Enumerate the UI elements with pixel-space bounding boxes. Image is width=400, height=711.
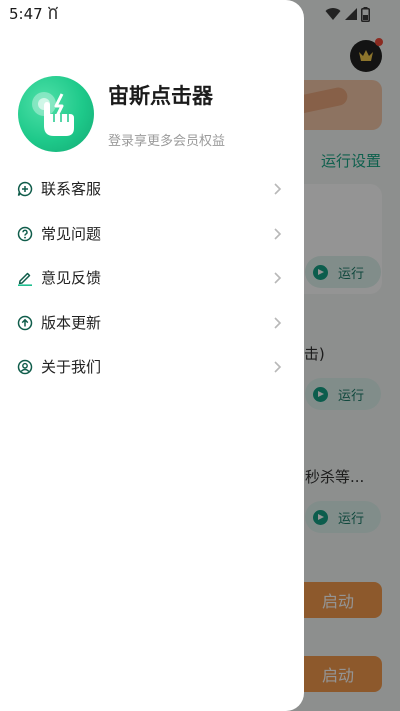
chevron-right-icon <box>274 317 282 329</box>
menu-item-version-update[interactable]: 版本更新 <box>0 301 304 346</box>
chevron-right-icon <box>274 183 282 195</box>
edit-icon <box>18 272 32 287</box>
chevron-right-icon <box>274 272 282 284</box>
wifi-icon <box>325 8 341 20</box>
menu-item-label: 意见反馈 <box>41 269 102 288</box>
menu-item-faq[interactable]: 常见问题 <box>0 212 304 257</box>
chevron-right-icon <box>274 361 282 373</box>
menu-item-contact-support[interactable]: 联系客服 <box>0 167 304 212</box>
navigation-drawer: 宙斯点击器 登录享更多会员权益 联系客服 常见问题 意见反馈 版本更新 关于我们 <box>0 0 304 711</box>
app-name: 宙斯点击器 <box>108 84 213 108</box>
menu-item-label: 版本更新 <box>41 313 102 332</box>
chevron-right-icon <box>274 228 282 240</box>
menu-item-feedback[interactable]: 意见反馈 <box>0 256 304 301</box>
menu-item-label: 关于我们 <box>41 358 102 377</box>
android-debug-icon <box>47 6 59 19</box>
question-icon <box>17 226 33 241</box>
status-icons <box>325 7 370 22</box>
status-bar: 5:47 <box>0 0 400 28</box>
upgrade-icon <box>17 315 33 331</box>
drawer-menu: 联系客服 常见问题 意见反馈 版本更新 关于我们 <box>0 167 304 390</box>
status-time: 5:47 <box>9 5 43 23</box>
menu-item-label: 联系客服 <box>41 180 102 198</box>
menu-item-about-us[interactable]: 关于我们 <box>0 345 304 390</box>
battery-icon <box>361 7 370 22</box>
chat-plus-icon <box>17 181 33 197</box>
menu-item-label: 常见问题 <box>41 224 102 243</box>
login-hint[interactable]: 登录享更多会员权益 <box>108 130 225 149</box>
signal-icon <box>345 8 357 20</box>
user-circle-icon <box>17 360 33 375</box>
tap-hand-icon[interactable] <box>18 76 94 152</box>
